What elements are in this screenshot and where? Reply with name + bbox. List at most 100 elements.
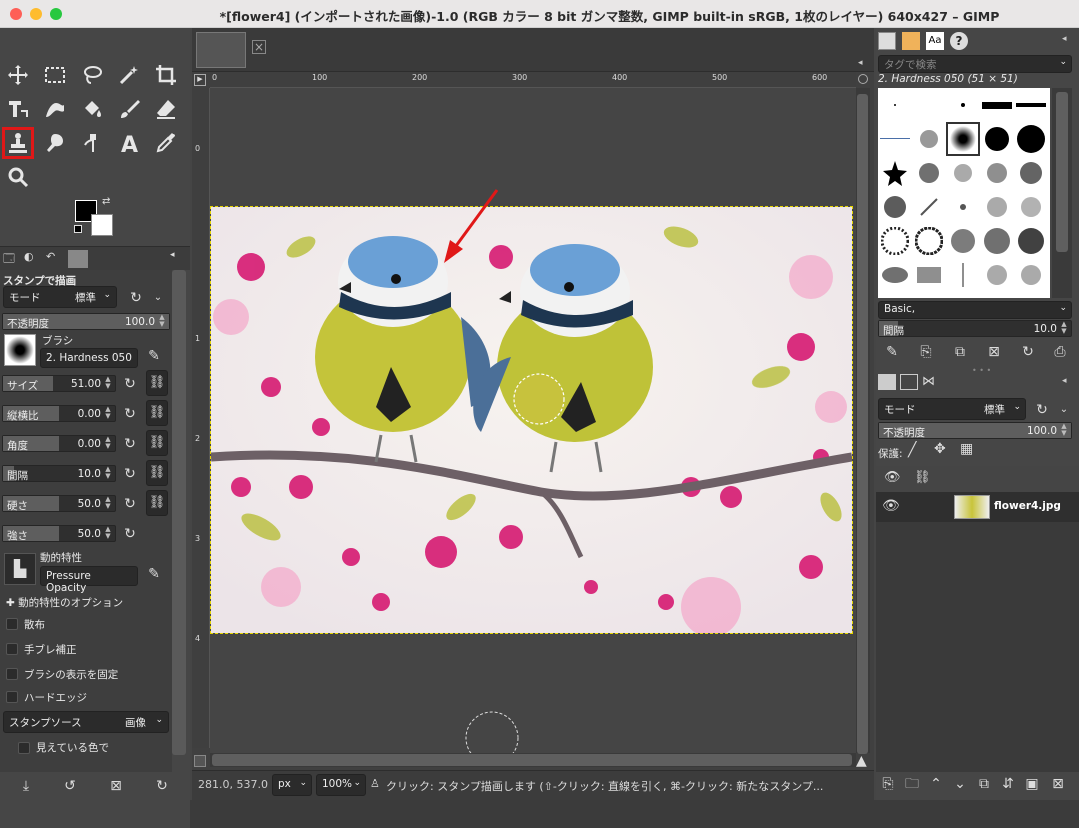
reset-mode-icon[interactable]: ↻ <box>124 286 148 310</box>
images-tab-icon[interactable] <box>68 250 88 268</box>
reset-angle-icon[interactable]: ↻ <box>118 432 142 456</box>
reset-force-icon[interactable]: ↻ <box>118 522 142 546</box>
source-combo[interactable]: スタンプソース 画像 ⌄ <box>3 711 169 733</box>
delete-layer-icon[interactable]: ⊠ <box>1046 772 1070 796</box>
brush-tag-search[interactable]: タグで検索 ⌄ <box>878 55 1072 73</box>
canvas-stage[interactable] <box>210 88 856 753</box>
patterns-tab-icon[interactable] <box>902 32 920 50</box>
rect-select-tool-icon[interactable] <box>40 60 70 90</box>
brushes-tab-icon[interactable] <box>878 32 896 50</box>
horizontal-scroll-thumb[interactable] <box>212 754 852 766</box>
brush-item-selected[interactable] <box>946 122 980 156</box>
layer-mode-combo[interactable]: モード 標準 ⌄ <box>878 398 1026 420</box>
image-tab-thumbnail[interactable] <box>196 32 246 68</box>
minimize-window-button[interactable] <box>30 8 42 20</box>
hard-edge-checkbox[interactable] <box>6 691 18 703</box>
dynamics-name[interactable]: Pressure Opacity <box>40 566 138 594</box>
edit-brush-icon[interactable]: ✎ <box>142 344 166 368</box>
duplicate-brush-icon[interactable]: ⧉ <box>948 340 972 364</box>
color-picker-tool-icon[interactable] <box>151 128 181 158</box>
menu-triangle-icon[interactable]: ▶ <box>194 74 206 86</box>
clone-tool-icon[interactable] <box>2 127 34 159</box>
size-slider[interactable]: サイズ 51.00 ▲ ▼ <box>2 375 116 392</box>
force-slider[interactable]: 強さ 50.0 ▲ ▼ <box>2 525 116 542</box>
spin-arrows-icon[interactable]: ▲ ▼ <box>103 496 113 511</box>
spin-arrows-icon[interactable]: ▲ ▼ <box>1059 423 1069 438</box>
warp-transform-tool-icon[interactable] <box>40 94 70 124</box>
spin-arrows-icon[interactable]: ▲ ▼ <box>157 314 167 329</box>
spin-arrows-icon[interactable]: ▲ ▼ <box>103 466 113 481</box>
spin-arrows-icon[interactable]: ▲ ▼ <box>103 406 113 421</box>
spin-arrows-icon[interactable]: ▲ ▼ <box>103 436 113 451</box>
smooth-checkbox[interactable] <box>6 643 18 655</box>
chevron-down-icon[interactable]: ⌄ <box>1052 398 1076 422</box>
fuzzy-select-tool-icon[interactable] <box>114 60 144 90</box>
tab-menu-icon[interactable]: ◂ <box>1062 34 1067 44</box>
brush-item[interactable] <box>880 158 910 188</box>
delete-options-icon[interactable]: ⊠ <box>104 774 128 798</box>
zoom-combo[interactable]: 100% ⌄ <box>316 774 366 796</box>
duplicate-layer-icon[interactable]: ⧉ <box>972 772 996 796</box>
tab-menu-icon[interactable]: ◂ <box>170 250 190 268</box>
raise-layer-icon[interactable]: ⌃ <box>924 772 948 796</box>
layer-row[interactable]: 👁 flower4.jpg <box>876 492 1079 522</box>
brush-item[interactable] <box>880 192 910 222</box>
reset-spacing-icon[interactable]: ↻ <box>118 462 142 486</box>
tab-menu-icon[interactable]: ◂ <box>1062 376 1067 386</box>
link-size-icon[interactable]: ⛓ <box>146 370 168 396</box>
brush-item[interactable] <box>948 90 978 120</box>
lower-layer-icon[interactable]: ⌄ <box>948 772 972 796</box>
layer-mode-reset-icon[interactable]: ↻ <box>1030 398 1054 422</box>
brush-grid-scroll-thumb[interactable] <box>1056 92 1068 252</box>
reset-hardness-icon[interactable]: ↻ <box>118 492 142 516</box>
channels-tab-icon[interactable] <box>900 374 918 390</box>
background-color-swatch[interactable] <box>91 214 113 236</box>
brush-grid[interactable] <box>878 88 1050 298</box>
lock-position-icon[interactable]: ✥ <box>934 441 946 457</box>
reset-aspect-icon[interactable]: ↻ <box>118 402 142 426</box>
opacity-slider[interactable]: 不透明度 100.0 ▲ ▼ <box>2 313 170 330</box>
link-hardness-icon[interactable]: ⛓ <box>146 490 168 516</box>
brush-item[interactable] <box>914 226 944 256</box>
eraser-tool-icon[interactable] <box>151 94 181 124</box>
device-status-tab-icon[interactable]: ◐ <box>24 250 44 268</box>
brush-item[interactable] <box>982 192 1012 222</box>
dynamics-icon[interactable]: ▙ <box>4 553 36 585</box>
reset-size-icon[interactable]: ↻ <box>118 372 142 396</box>
brush-name[interactable]: 2. Hardness 050 <box>40 348 138 368</box>
merge-layer-icon[interactable]: ⇵ <box>996 772 1020 796</box>
brush-item[interactable] <box>1016 90 1046 120</box>
save-options-icon[interactable]: ⤓ <box>14 774 38 798</box>
vertical-scroll-thumb[interactable] <box>857 94 868 754</box>
help-tab-icon[interactable]: ? <box>950 32 968 50</box>
new-group-icon[interactable]: 🗀 <box>900 772 924 796</box>
brush-item[interactable] <box>880 226 910 256</box>
layers-tab-icon[interactable] <box>878 374 896 390</box>
paths-tab-icon[interactable]: ⋈ <box>922 374 935 389</box>
spin-arrows-icon[interactable]: ▲ ▼ <box>103 376 113 391</box>
scatter-checkbox[interactable] <box>6 618 18 630</box>
brush-spacing-slider[interactable]: 間隔 10.0 ▲ ▼ <box>878 320 1072 337</box>
quick-mask-toggle[interactable] <box>194 755 206 767</box>
dynamics-options-expander[interactable]: ✚ 動的特性のオプション <box>6 595 123 610</box>
brush-preview[interactable] <box>4 334 36 366</box>
undo-history-tab-icon[interactable]: ↶ <box>46 250 66 268</box>
crop-tool-icon[interactable] <box>151 60 181 90</box>
refresh-brushes-icon[interactable]: ↻ <box>1016 340 1040 364</box>
brush-grid-scrollbar[interactable] <box>1052 88 1072 298</box>
brush-item[interactable] <box>914 260 944 290</box>
edit-brush-icon[interactable]: ✎ <box>880 340 904 364</box>
mask-layer-icon[interactable]: ▣ <box>1020 772 1044 796</box>
brush-item[interactable] <box>1016 260 1046 290</box>
brush-item[interactable] <box>1016 124 1046 154</box>
spin-arrows-icon[interactable]: ▲ ▼ <box>1059 321 1069 336</box>
paintbrush-tool-icon[interactable] <box>114 94 144 124</box>
brush-item[interactable] <box>948 158 978 188</box>
restore-options-icon[interactable]: ↺ <box>58 774 82 798</box>
brush-item[interactable] <box>982 124 1012 154</box>
close-window-button[interactable] <box>10 8 22 20</box>
chevron-down-icon[interactable]: ⌄ <box>146 286 170 310</box>
brush-item[interactable] <box>982 226 1012 256</box>
brush-tag-combo[interactable]: Basic, ⌄ <box>878 301 1072 319</box>
text-tool-icon[interactable]: A <box>114 128 144 158</box>
